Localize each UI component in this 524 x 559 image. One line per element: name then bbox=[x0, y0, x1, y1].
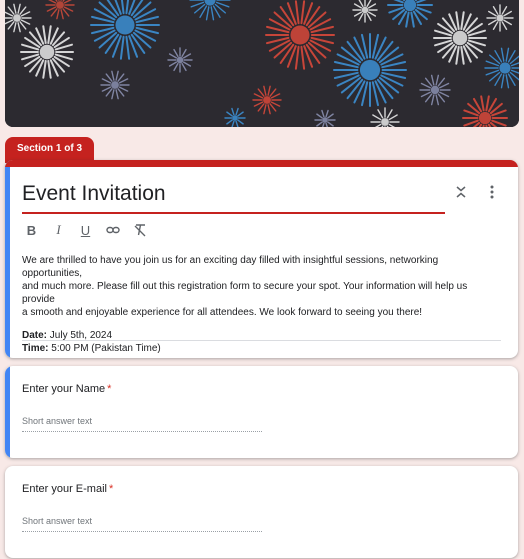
event-details: Date: July 5th, 2024 Time: 5:00 PM (Paki… bbox=[22, 329, 500, 355]
link-icon[interactable] bbox=[103, 220, 122, 240]
italic-icon[interactable]: I bbox=[49, 220, 68, 240]
title-underline bbox=[22, 212, 445, 214]
question-label: Enter your E-mail * bbox=[22, 483, 113, 495]
collapse-icon[interactable] bbox=[451, 182, 471, 202]
time-value: 5:00 PM (Pakistan Time) bbox=[48, 343, 161, 354]
format-toolbar: B I U bbox=[22, 220, 149, 240]
accent-bar bbox=[5, 160, 518, 167]
email-input[interactable]: Short answer text bbox=[22, 514, 262, 532]
question-label: Enter your Name * bbox=[22, 383, 111, 395]
fireworks-image bbox=[5, 0, 519, 127]
description-line: We are thrilled to have you join us for … bbox=[22, 255, 439, 279]
divider bbox=[22, 340, 501, 341]
time-label: Time: bbox=[22, 343, 49, 354]
question-card-email[interactable]: Enter your E-mail * Short answer text bbox=[5, 466, 518, 558]
clear-format-icon[interactable] bbox=[130, 220, 149, 240]
required-asterisk: * bbox=[108, 483, 114, 495]
name-input[interactable]: Short answer text bbox=[22, 414, 262, 432]
bold-icon[interactable]: B bbox=[22, 220, 41, 240]
header-banner bbox=[5, 0, 519, 127]
more-vert-icon[interactable] bbox=[482, 182, 502, 202]
question-card-name[interactable]: Enter your Name * Short answer text bbox=[5, 366, 518, 458]
underline-icon[interactable]: U bbox=[76, 220, 95, 240]
description-line: and much more. Please fill out this regi… bbox=[22, 281, 468, 305]
form-title-card[interactable]: Event Invitation B I U We are thrilled t… bbox=[5, 160, 518, 358]
question-title: Enter your E-mail bbox=[22, 483, 107, 495]
form-title[interactable]: Event Invitation bbox=[22, 182, 166, 206]
question-title: Enter your Name bbox=[22, 383, 106, 395]
description-line: a smooth and enjoyable experience for al… bbox=[22, 307, 423, 318]
required-asterisk: * bbox=[107, 383, 112, 395]
